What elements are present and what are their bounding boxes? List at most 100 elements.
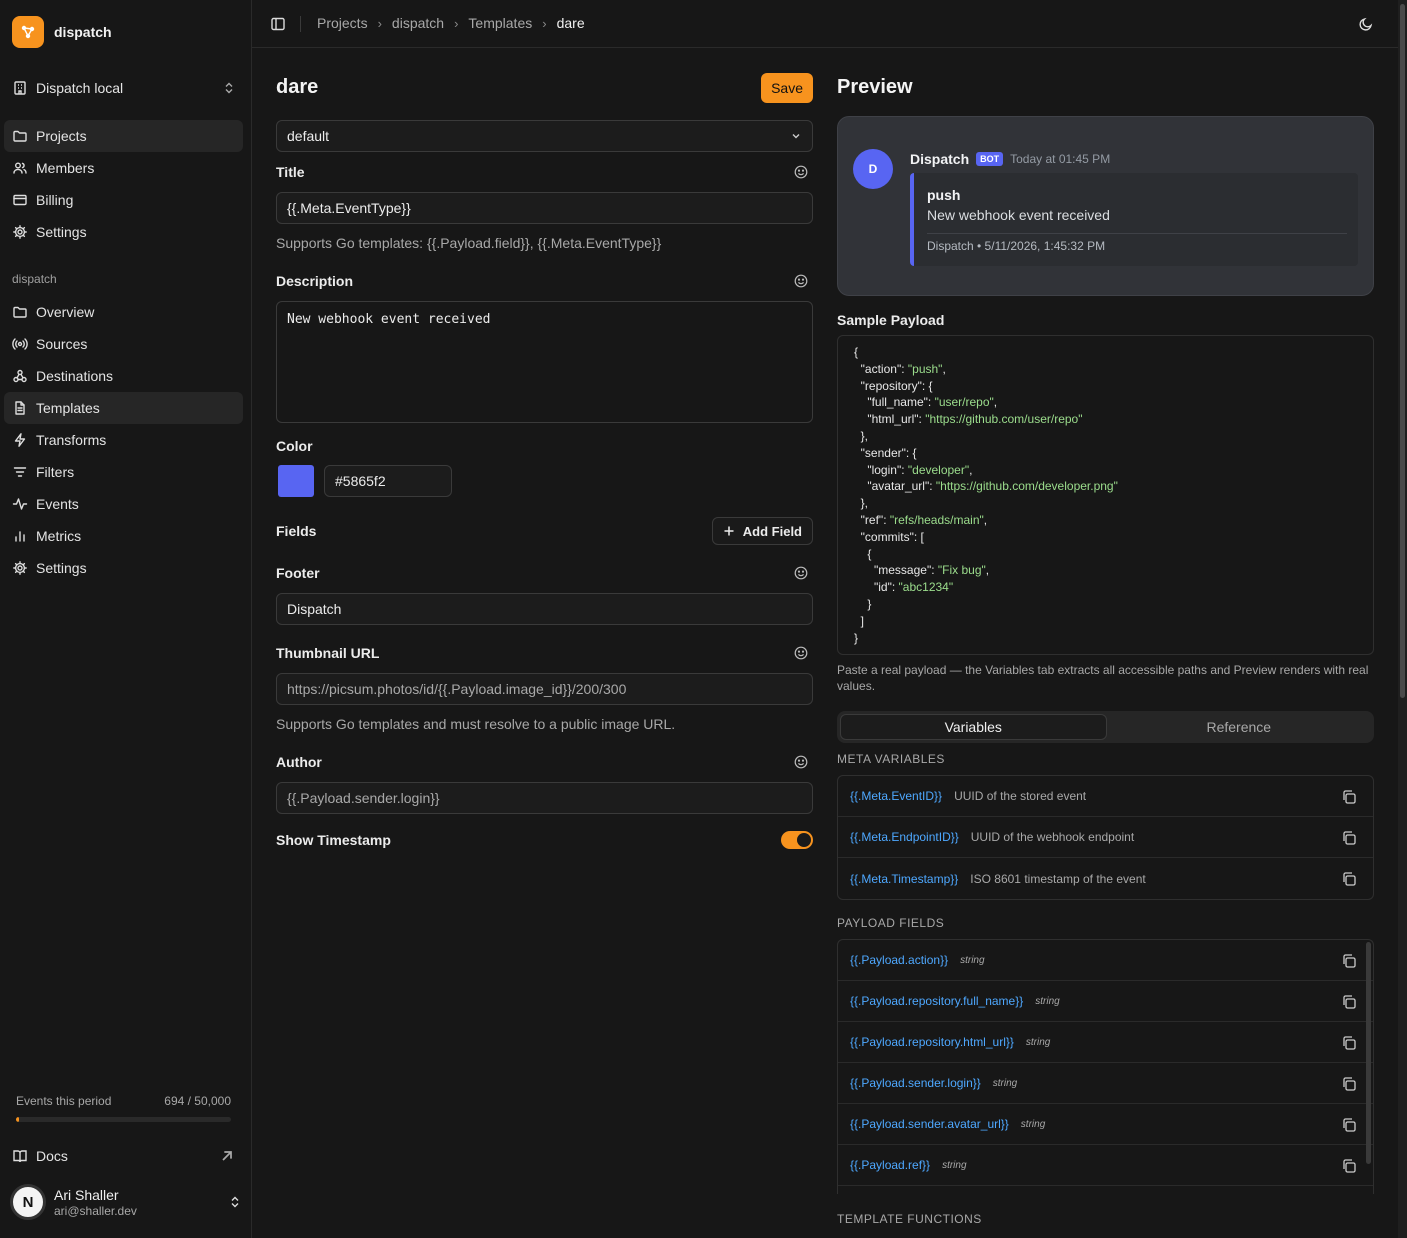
brand[interactable]: dispatch	[12, 16, 112, 48]
sidebar-item-members[interactable]: Members	[4, 152, 243, 184]
variable-name[interactable]: {{.Meta.EventID}}	[850, 789, 942, 803]
description-textarea[interactable]: New webhook event received	[276, 301, 813, 423]
emoji-icon[interactable]	[794, 755, 808, 769]
variable-row[interactable]: {{.Meta.Timestamp}} ISO 8601 timestamp of…	[838, 858, 1373, 899]
copy-icon[interactable]	[1341, 871, 1357, 887]
thumbnail-input[interactable]: https://picsum.photos/id/{{.Payload.imag…	[276, 673, 813, 705]
copy-icon[interactable]	[1341, 953, 1357, 969]
page-scrollbar[interactable]	[1398, 0, 1407, 1238]
bot-name: Dispatch	[910, 151, 970, 167]
variable-name[interactable]: {{.Payload.ref}}	[850, 1158, 930, 1172]
embed-card: push New webhook event received Dispatch…	[910, 173, 1358, 266]
chevron-down-icon	[790, 130, 802, 142]
payload-fields-list[interactable]: {{.Payload.action}} string {{.Payload.repo…	[837, 939, 1374, 1194]
sidebar-toggle-icon[interactable]	[270, 16, 286, 32]
sidebar-item-billing[interactable]: Billing	[4, 184, 243, 216]
variable-row[interactable]: {{.Payload.repository.full_name}} string	[838, 981, 1373, 1022]
user-menu[interactable]: N Ari Shaller ari@shaller.dev	[10, 1182, 242, 1222]
variable-row[interactable]: {{.Payload.action}} string	[838, 940, 1373, 981]
variable-name[interactable]: {{.Meta.Timestamp}}	[850, 872, 958, 886]
page-scrollbar-thumb[interactable]	[1400, 4, 1405, 698]
project-nav-transforms[interactable]: Transforms	[4, 424, 243, 456]
moon-icon[interactable]	[1358, 16, 1374, 32]
code-line: "avatar_url": "https://github.com/develo…	[854, 479, 1118, 494]
add-field-button[interactable]: Add Field	[711, 517, 813, 545]
project-nav-destinations[interactable]: Destinations	[4, 360, 243, 392]
sidebar-item-settings[interactable]: Settings	[4, 216, 243, 248]
folder-icon	[12, 304, 28, 320]
code-line: "full_name": "user/repo",	[854, 395, 998, 410]
usage-bar	[16, 1117, 231, 1122]
variable-row[interactable]: {{.Payload.repository.html_url}} string	[838, 1022, 1373, 1063]
project-nav-overview[interactable]: Overview	[4, 296, 243, 328]
variable-row[interactable]: {{.Payload.sender.avatar_url}} string	[838, 1104, 1373, 1145]
copy-icon[interactable]	[1341, 1117, 1357, 1133]
emoji-icon[interactable]	[794, 566, 808, 580]
variant-select[interactable]: default	[276, 120, 813, 152]
variable-row[interactable]: {{.Payload.sender.login}} string	[838, 1063, 1373, 1104]
payload-fields-label: PAYLOAD FIELDS	[837, 916, 945, 930]
folder-icon	[12, 128, 28, 144]
bot-avatar: D	[853, 149, 893, 189]
breadcrumb-current: dare	[556, 15, 585, 31]
title-help: Supports Go templates: {{.Payload.field}…	[276, 235, 662, 251]
emoji-icon[interactable]	[794, 165, 808, 179]
project-nav-filters[interactable]: Filters	[4, 456, 243, 488]
variable-row[interactable]: {{.Meta.EventID}} UUID of the stored even…	[838, 776, 1373, 817]
title-input[interactable]: {{.Meta.EventType}}	[276, 192, 813, 224]
project-nav-settings[interactable]: Settings	[4, 552, 243, 584]
sidebar-item-projects[interactable]: Projects	[4, 120, 243, 152]
emoji-icon[interactable]	[794, 274, 808, 288]
project-nav-templates[interactable]: Templates	[4, 392, 243, 424]
title-label: Title	[276, 164, 305, 180]
code-line: {	[854, 546, 872, 561]
nav-label: Billing	[36, 192, 74, 208]
timestamp-toggle[interactable]	[781, 831, 813, 849]
activity-icon	[12, 496, 28, 512]
copy-icon[interactable]	[1341, 830, 1357, 846]
nav-label: Settings	[36, 560, 87, 576]
scrollbar[interactable]	[1366, 942, 1371, 1164]
tab-reference[interactable]: Reference	[1107, 714, 1372, 740]
breadcrumb-templates[interactable]: Templates	[468, 15, 532, 31]
app-name: dispatch	[54, 24, 112, 40]
tab-variables[interactable]: Variables	[840, 714, 1107, 740]
building-icon	[12, 80, 28, 96]
variable-description: UUID of the stored event	[954, 789, 1087, 803]
variable-row[interactable]: {{.Payload.ref}} string	[838, 1145, 1373, 1186]
copy-icon[interactable]	[1341, 1158, 1357, 1174]
save-button[interactable]: Save	[761, 73, 813, 103]
variable-name[interactable]: {{.Payload.sender.avatar_url}}	[850, 1117, 1009, 1131]
message-preview: D Dispatch BOT Today at 01:45 PM push Ne…	[837, 116, 1374, 296]
variable-type: string	[960, 954, 985, 966]
color-swatch[interactable]	[278, 465, 314, 497]
variable-row[interactable]: {{.Meta.EndpointID}} UUID of the webhook …	[838, 817, 1373, 858]
org-switcher[interactable]: Dispatch local	[4, 72, 244, 104]
meta-variables-list: {{.Meta.EventID}} UUID of the stored even…	[837, 775, 1374, 900]
copy-icon[interactable]	[1341, 789, 1357, 805]
color-hex-input[interactable]: #5865f2	[324, 465, 452, 497]
docs-link[interactable]: Docs	[4, 1140, 243, 1172]
footer-input[interactable]: Dispatch	[276, 593, 813, 625]
copy-icon[interactable]	[1341, 1035, 1357, 1051]
project-nav-metrics[interactable]: Metrics	[4, 520, 243, 552]
project-nav-events[interactable]: Events	[4, 488, 243, 520]
variable-name[interactable]: {{.Payload.action}}	[850, 953, 948, 967]
breadcrumb-projects[interactable]: Projects	[317, 15, 368, 31]
project-nav-sources[interactable]: Sources	[4, 328, 243, 360]
sample-payload-editor[interactable]: { "action": "push", "repository": { "ful…	[837, 335, 1374, 655]
variable-name[interactable]: {{.Payload.repository.full_name}}	[850, 994, 1023, 1008]
author-input[interactable]: {{.Payload.sender.login}}	[276, 782, 813, 814]
page-title: dare	[276, 76, 319, 98]
copy-icon[interactable]	[1341, 994, 1357, 1010]
breadcrumb-project[interactable]: dispatch	[392, 15, 444, 31]
variable-name[interactable]: {{.Meta.EndpointID}}	[850, 830, 959, 844]
emoji-icon[interactable]	[794, 646, 808, 660]
variable-name[interactable]: {{.Payload.sender.login}}	[850, 1076, 981, 1090]
embed-title: push	[927, 187, 961, 203]
copy-icon[interactable]	[1341, 1076, 1357, 1092]
variable-name[interactable]: {{.Payload.repository.html_url}}	[850, 1035, 1014, 1049]
users-icon	[12, 160, 28, 176]
radio-icon	[12, 336, 28, 352]
user-email: ari@shaller.dev	[54, 1203, 137, 1218]
